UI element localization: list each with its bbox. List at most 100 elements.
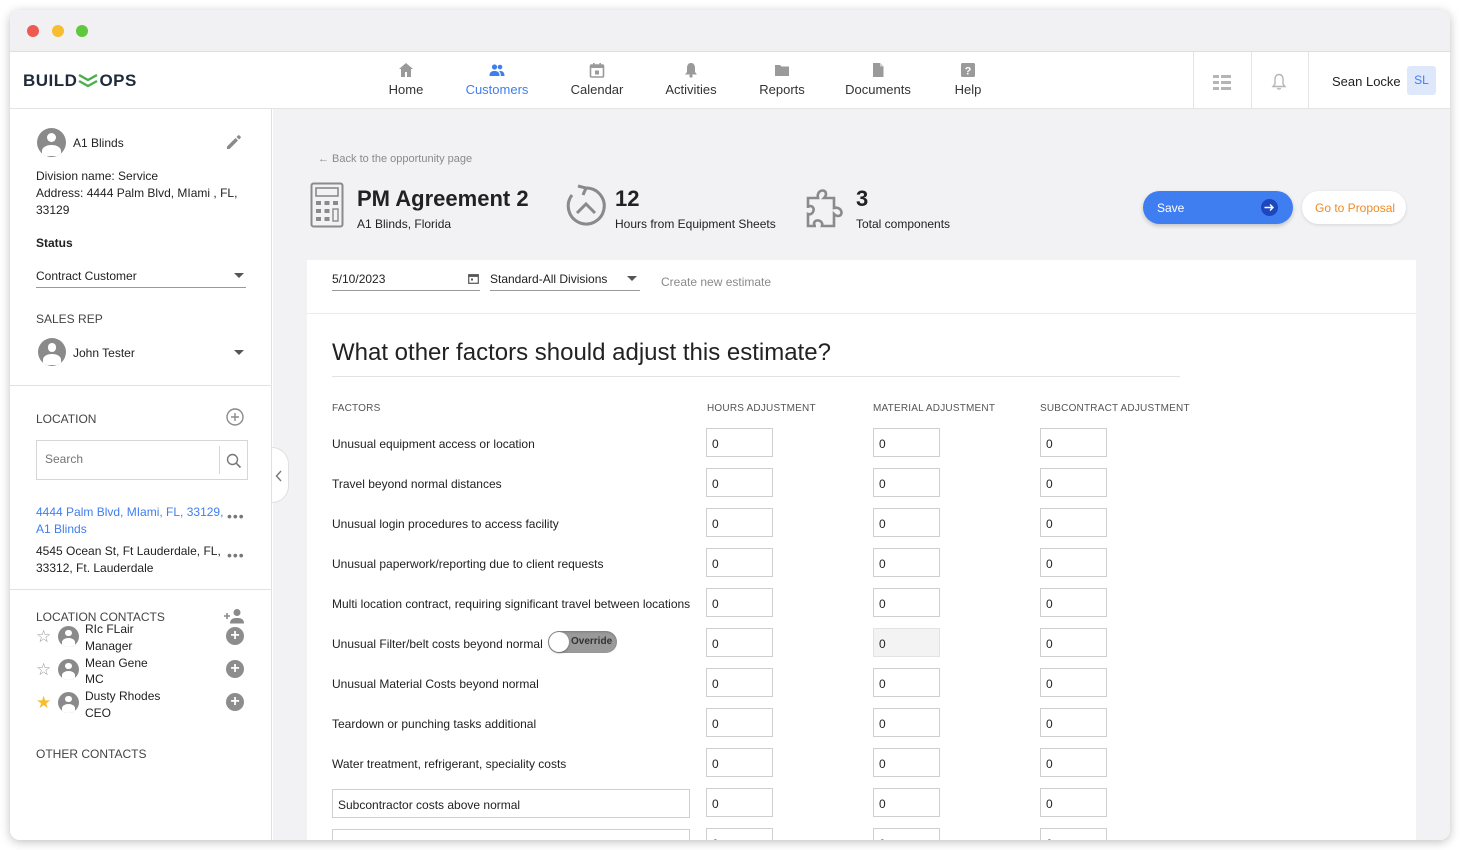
- more-options-icon[interactable]: •••: [227, 508, 245, 524]
- save-button[interactable]: Save: [1143, 191, 1293, 224]
- user-avatar[interactable]: SL: [1407, 66, 1436, 95]
- calendar-icon: [589, 63, 605, 78]
- home-icon: [399, 63, 413, 77]
- material-adjustment-input[interactable]: 0: [873, 508, 940, 537]
- sales-rep-label: SALES REP: [36, 312, 103, 326]
- nav-activities[interactable]: Activities: [664, 62, 718, 97]
- list-view-icon[interactable]: [1213, 74, 1231, 90]
- factor-label: Unusual paperwork/reporting due to clien…: [332, 557, 604, 571]
- material-adjustment-input[interactable]: 0: [873, 828, 940, 840]
- logo-text-right: OPS: [99, 71, 137, 90]
- hours-adjustment-input[interactable]: 0: [706, 548, 773, 577]
- factor-label: Unusual Material Costs beyond normal: [332, 677, 539, 691]
- maximize-window-button[interactable]: [76, 25, 88, 37]
- subcontract-adjustment-input[interactable]: 0: [1040, 788, 1107, 817]
- subcontract-adjustment-input[interactable]: 0: [1040, 548, 1107, 577]
- status-select-value: Contract Customer: [36, 269, 137, 283]
- subcontract-adjustment-input[interactable]: 0: [1040, 628, 1107, 657]
- add-circle-icon[interactable]: +: [226, 693, 244, 711]
- custom-factor-input[interactable]: Other factors considered (list): [332, 829, 690, 840]
- hours-adjustment-input[interactable]: 0: [706, 468, 773, 497]
- override-toggle[interactable]: Override: [548, 631, 617, 653]
- material-adjustment-input[interactable]: 0: [873, 788, 940, 817]
- material-adjustment-input[interactable]: 0: [873, 668, 940, 697]
- status-select-underline: [36, 287, 246, 288]
- add-circle-icon[interactable]: +: [226, 627, 244, 645]
- hours-label: Hours from Equipment Sheets: [615, 217, 776, 231]
- nav-activities-label: Activities: [665, 82, 717, 97]
- toggle-knob: [549, 632, 569, 652]
- contact-role: MC: [85, 672, 104, 686]
- hours-adjustment-input[interactable]: 0: [706, 748, 773, 777]
- notification-bell-icon[interactable]: [1271, 73, 1287, 91]
- folder-icon: [775, 65, 789, 76]
- material-adjustment-input[interactable]: 0: [873, 708, 940, 737]
- star-outline-icon[interactable]: ☆: [36, 627, 51, 647]
- factor-label: Travel beyond normal distances: [332, 477, 502, 491]
- subcontract-adjustment-input[interactable]: 0: [1040, 668, 1107, 697]
- factor-label: Unusual Filter/belt costs beyond normal: [332, 637, 543, 651]
- create-new-estimate-link[interactable]: Create new estimate: [661, 275, 771, 289]
- subcontract-adjustment-input[interactable]: 0: [1040, 588, 1107, 617]
- sidebar-divider: [10, 385, 272, 386]
- more-options-icon[interactable]: •••: [227, 547, 245, 563]
- subcontract-adjustment-input[interactable]: 0: [1040, 468, 1107, 497]
- other-contacts-label: OTHER CONTACTS: [36, 747, 147, 761]
- subcontract-adjustment-input[interactable]: 0: [1040, 428, 1107, 457]
- customer-sidebar: A1 Blinds Division name: Service Address…: [10, 109, 272, 840]
- hours-adjustment-input[interactable]: 0: [706, 828, 773, 840]
- material-adjustment-input[interactable]: 0: [873, 428, 940, 457]
- factor-label: Teardown or punching tasks additional: [332, 717, 537, 731]
- back-link[interactable]: ← Back to the opportunity page: [318, 153, 472, 165]
- add-contact-icon[interactable]: [223, 608, 245, 624]
- hours-adjustment-input[interactable]: 0: [706, 428, 773, 457]
- star-outline-icon[interactable]: ☆: [36, 660, 51, 680]
- minimize-window-button[interactable]: [52, 25, 64, 37]
- contact-avatar-icon: [58, 659, 79, 680]
- sidebar-collapse-button[interactable]: [272, 447, 289, 503]
- close-window-button[interactable]: [27, 25, 39, 37]
- contact-avatar-icon: [58, 626, 79, 647]
- material-adjustment-input[interactable]: 0: [873, 748, 940, 777]
- subcontract-adjustment-input[interactable]: 0: [1040, 708, 1107, 737]
- edit-pencil-icon[interactable]: [225, 133, 243, 151]
- material-adjustment-input[interactable]: 0: [873, 588, 940, 617]
- material-adjustment-input[interactable]: 0: [873, 548, 940, 577]
- custom-factor-input[interactable]: Subcontractor costs above normal: [332, 789, 690, 818]
- estimate-date-value: 5/10/2023: [332, 272, 386, 286]
- user-name[interactable]: Sean Locke: [1332, 74, 1401, 89]
- location-search-input[interactable]: [45, 452, 210, 466]
- nav-customers[interactable]: Customers: [464, 62, 530, 97]
- nav-documents[interactable]: Documents: [844, 62, 912, 97]
- subcontract-adjustment-input[interactable]: 0: [1040, 828, 1107, 840]
- hours-adjustment-input[interactable]: 0: [706, 588, 773, 617]
- subcontract-adjustment-input[interactable]: 0: [1040, 508, 1107, 537]
- hours-adjustment-input[interactable]: 0: [706, 668, 773, 697]
- nav-home[interactable]: Home: [386, 62, 426, 97]
- hours-adjustment-input[interactable]: 0: [706, 708, 773, 737]
- buildops-logo[interactable]: BUILD OPS: [23, 71, 137, 91]
- go-to-proposal-button[interactable]: Go to Proposal: [1302, 191, 1406, 224]
- division-select-value: Standard-All Divisions: [490, 272, 608, 286]
- material-adjustment-input[interactable]: 0: [873, 468, 940, 497]
- logo-text-left: BUILD: [23, 71, 78, 90]
- star-filled-icon[interactable]: ★: [36, 693, 51, 713]
- nav-reports[interactable]: Reports: [758, 62, 806, 97]
- nav-help-label: Help: [954, 82, 982, 97]
- add-location-icon[interactable]: [226, 408, 244, 426]
- nav-calendar[interactable]: Calendar: [569, 62, 625, 97]
- add-circle-icon[interactable]: +: [226, 660, 244, 678]
- calendar-picker-icon[interactable]: [468, 273, 479, 284]
- customer-name: A1 Blinds: [73, 136, 124, 150]
- hours-adjustment-input[interactable]: 0: [706, 508, 773, 537]
- nav-help[interactable]: ? Help: [950, 62, 986, 97]
- chevron-down-icon: [627, 276, 637, 281]
- subcontract-adjustment-input[interactable]: 0: [1040, 748, 1107, 777]
- top-navigation: BUILD OPS Home Customers Calendar Activi…: [10, 52, 1450, 109]
- nav-home-label: Home: [388, 82, 424, 97]
- hours-adjustment-input[interactable]: 0: [706, 628, 773, 657]
- bell-icon: [685, 63, 697, 78]
- location-search-box[interactable]: [36, 440, 248, 480]
- hours-adjustment-input[interactable]: 0: [706, 788, 773, 817]
- search-icon[interactable]: [226, 453, 242, 469]
